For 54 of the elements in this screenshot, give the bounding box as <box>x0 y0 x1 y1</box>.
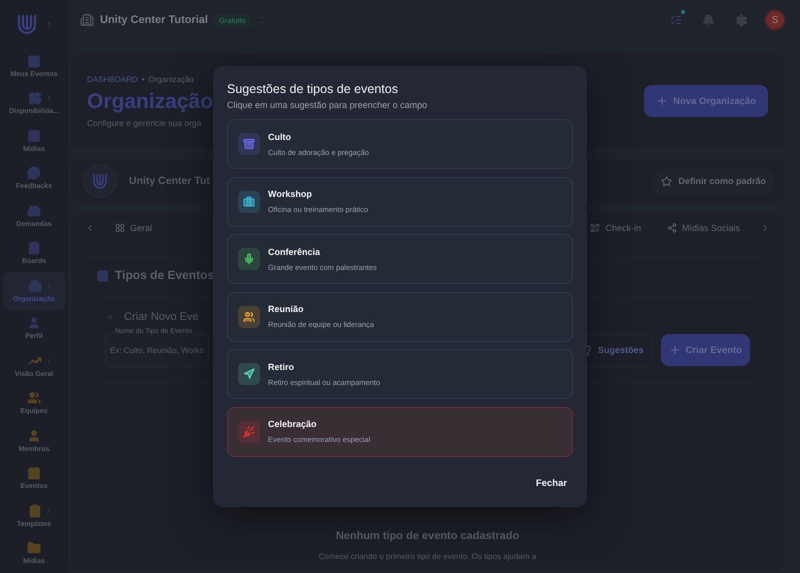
settings-icon[interactable] <box>735 14 748 26</box>
logo-icon <box>91 172 109 190</box>
navigation-arrow-icon <box>243 368 255 380</box>
calendar-icon <box>27 466 41 480</box>
empty-title: Nenhum tipo de evento cadastrado <box>336 530 520 542</box>
dialog-subtitle: Clique em uma sugestão para preencher o campo <box>227 100 428 110</box>
folder-icon <box>27 541 41 556</box>
create-title: Criar Novo Eve <box>124 311 199 323</box>
dialog-title: Sugestões de tipos de eventos <box>227 82 399 96</box>
people-icon <box>243 310 255 322</box>
organization-title: Unity Center Tut <box>129 175 211 187</box>
clipboard-icon <box>27 241 41 256</box>
party-popper-icon <box>243 426 255 438</box>
people-icon <box>27 391 41 406</box>
page-title: Organização <box>87 90 214 114</box>
plus-icon <box>656 95 668 107</box>
suggestion-name: Reunião <box>268 304 305 314</box>
qr-code-icon <box>590 223 600 233</box>
person-icon <box>27 428 41 443</box>
breadcrumb-current: Organização <box>148 74 194 84</box>
calendar-icon <box>96 268 109 282</box>
close-button[interactable]: Fechar <box>530 472 573 495</box>
breadcrumb-separator: • <box>142 74 144 84</box>
suggestion-name: Celebração <box>268 419 318 429</box>
tab[interactable]: Geral <box>109 220 158 236</box>
user-avatar[interactable]: S <box>764 9 786 31</box>
tab[interactable]: Check-in <box>584 220 647 236</box>
suggestion-name: Conferência <box>268 246 322 256</box>
building-icon <box>80 13 94 27</box>
share-icon <box>666 223 677 233</box>
microphone-icon <box>243 253 255 265</box>
checklist-icon <box>670 14 682 26</box>
calendar-icon <box>27 54 41 68</box>
tab[interactable]: Mídias Sociais <box>660 220 746 236</box>
page-subtitle: Configure e gerencie sua orga <box>87 118 202 128</box>
suggestion-name: Culto <box>268 132 292 142</box>
suggestion-name: Retiro <box>268 362 296 372</box>
bell-icon[interactable] <box>702 14 715 26</box>
briefcase-icon <box>243 196 255 208</box>
building-icon <box>28 278 42 293</box>
grid-icon <box>115 223 125 233</box>
empty-text: Comece criando o primeiro tipo de evento. Os tipos ajudam a <box>318 552 536 561</box>
text-input[interactable]: Ex: Culto, Reunião, Works <box>106 334 208 366</box>
plus-icon <box>105 312 116 322</box>
box-icon <box>243 138 255 150</box>
breadcrumb-link[interactable]: DASHBOARD <box>87 74 138 84</box>
person-icon <box>27 316 41 330</box>
suggestion-name: Workshop <box>268 189 313 199</box>
plus-icon <box>668 344 680 356</box>
star-icon <box>661 176 672 186</box>
chat-bubble-icon <box>27 166 41 180</box>
section-title: Tipos de Eventos <box>115 268 214 282</box>
clipboard-list-icon <box>28 504 42 518</box>
organization-name: Unity Center Tutorial <box>100 14 208 26</box>
